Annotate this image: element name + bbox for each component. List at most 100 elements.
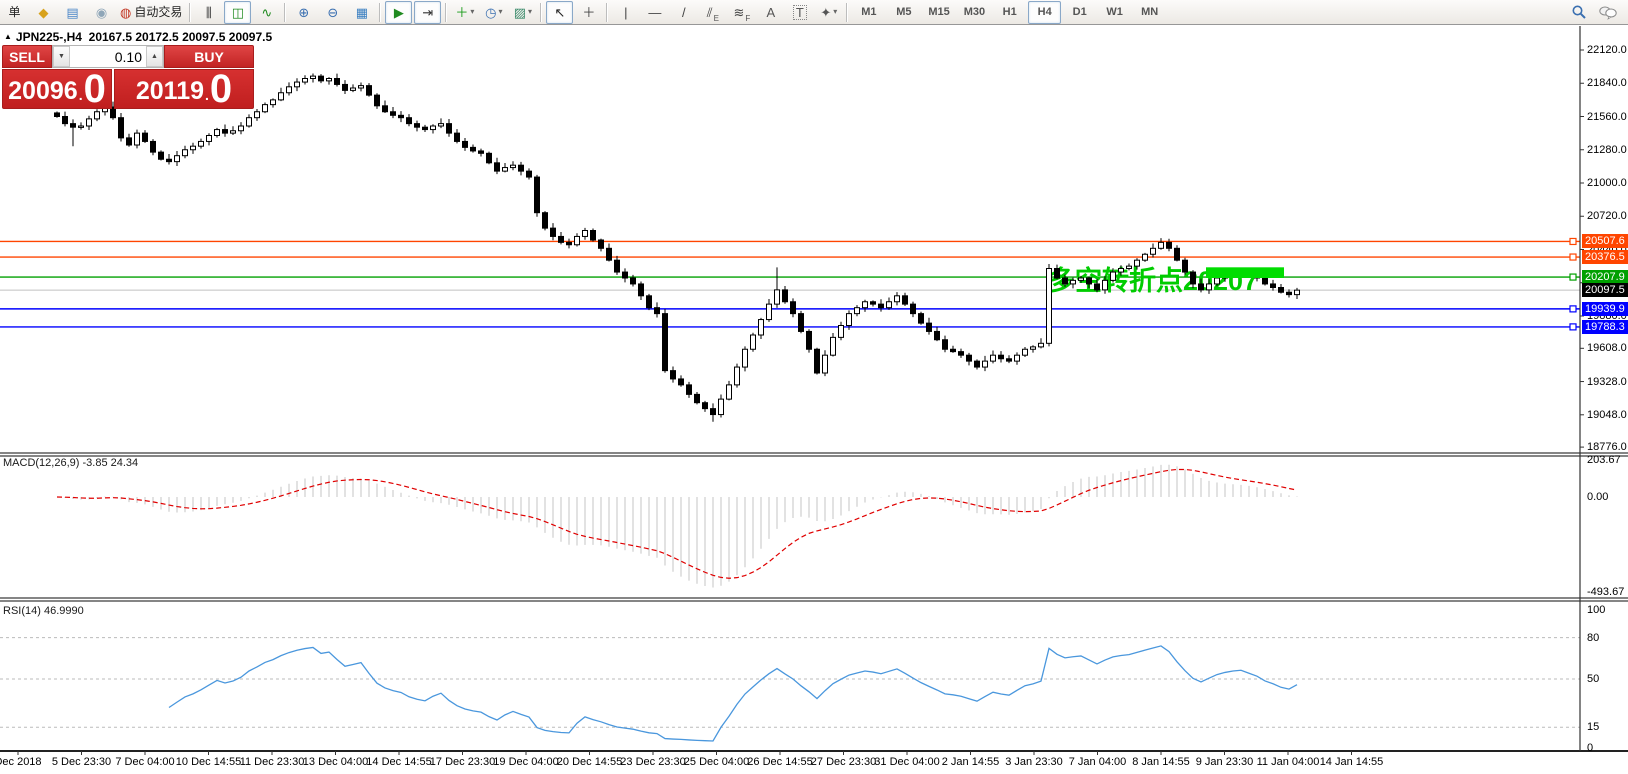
tile-windows-button[interactable]: ▦ [348, 1, 375, 24]
arrows-button[interactable]: ✦ ▾ [815, 1, 842, 24]
chart-shift-button[interactable]: ⇥ [414, 0, 442, 24]
time-axis-label: 11 Dec 23:30 [239, 756, 305, 768]
search-button[interactable] [1565, 1, 1592, 24]
time-axis-label: 9 Jan 23:30 [1195, 756, 1254, 768]
auto-scroll-button[interactable]: ▶ [385, 0, 413, 24]
timeframe-h1[interactable]: H1 [993, 1, 1026, 24]
time-axis-label: 5 Dec 23:30 [51, 756, 112, 768]
buy-price-big-digit: 0 [209, 67, 233, 111]
rsi-axis-label: 50 [1587, 673, 1600, 685]
price-line-tag: 20507.6 [1582, 234, 1628, 249]
macd-label: MACD(12,26,9) -3.85 24.34 [3, 457, 139, 469]
timeframe-m30[interactable]: M30 [958, 1, 991, 24]
vertical-line-button[interactable]: | [612, 1, 639, 24]
equidistant-channel-button[interactable]: ⫽ E [699, 1, 726, 24]
autotrading-button[interactable]: ◍ 自动交易 [117, 1, 185, 24]
search-icon [1572, 5, 1586, 19]
text-button[interactable]: A [757, 1, 784, 24]
buy-button[interactable]: BUY [164, 45, 254, 68]
time-axis-label: 19 Dec 04:00 [493, 756, 559, 768]
toolbar-right-group [1564, 1, 1622, 24]
volume-increase-button[interactable]: ▲ [146, 46, 163, 67]
horizontal-line-button[interactable]: — [641, 1, 668, 24]
buy-price-value: 20119 [135, 77, 204, 105]
chart-title: ▲ JPN225-,H4 20167.5 20172.5 20097.5 2009… [4, 30, 272, 44]
price-line-tag: 20207.9 [1582, 270, 1628, 285]
fibonacci-button[interactable]: ≋ F [728, 1, 755, 24]
rsi-axis-label: 15 [1587, 721, 1600, 734]
trendline-button[interactable]: / [670, 1, 697, 24]
sell-price-button[interactable]: 20096. 0 [2, 69, 112, 109]
price-axis-tick: 19048.0 [1587, 408, 1627, 421]
market-watch-icon[interactable]: ◆ [30, 1, 57, 24]
price-axis-tick: 21280.0 [1587, 143, 1627, 156]
sell-button[interactable]: SELL [2, 45, 52, 68]
time-axis-label: 13 Dec 04:00 [302, 756, 369, 768]
timeframe-m1[interactable]: M1 [852, 1, 885, 24]
bar-chart-button[interactable]: ⫼ [195, 1, 222, 24]
time-axis-label: 2 Jan 14:55 [941, 756, 1000, 768]
macd-axis-label: 0.00 [1587, 491, 1609, 503]
toolbar-separator [379, 2, 382, 22]
line-chart-button[interactable]: ∿ [253, 1, 280, 24]
chat-button[interactable] [1594, 1, 1621, 24]
timeframe-m15[interactable]: M15 [922, 1, 955, 24]
one-click-trading-panel: SELL ▼ 0.10 ▲ BUY 20096. 0 20119. 0 [2, 45, 254, 109]
toolbar-separator [189, 2, 192, 22]
cursor-button[interactable]: ↖ [546, 0, 574, 24]
main-toolbar: 单 ◆ ▤ ◉ ◍ 自动交易 ⫼ ◫ ∿ ⊕ ⊖ ▦ ▶ ⇥ ＋ ▾ ◷ ▾ ▨ ▾ ↖ ＋ | — / ⫽ E ≋ F A T ✦ ▾ M1 M5… [0, 0, 1628, 25]
toolbar-separator [540, 2, 543, 22]
time-axis-label: 17 Dec 23:30 [429, 756, 496, 768]
rsi-axis-label: 0 [1587, 742, 1594, 754]
toolbar-separator [445, 2, 448, 22]
timeframe-d1[interactable]: D1 [1063, 1, 1096, 24]
price-axis-tick: 22120.0 [1587, 44, 1627, 56]
candlestick-chart-button[interactable]: ◫ [224, 0, 252, 24]
sell-price-big-digit: 0 [83, 67, 106, 111]
price-axis-tick: 21000.0 [1587, 177, 1627, 189]
signals-icon[interactable]: ◉ [88, 1, 115, 24]
indicators-button[interactable]: ＋ ▾ [451, 1, 478, 24]
price-axis-tick: 19608.0 [1587, 342, 1627, 355]
price-line-tag: 19788.3 [1582, 319, 1628, 334]
time-axis-label: 8 Jan 14:55 [1132, 756, 1190, 768]
templates-button[interactable]: ▨ ▾ [509, 1, 536, 24]
timeframe-mn[interactable]: MN [1133, 1, 1166, 24]
price-line-tag: 19939.9 [1582, 301, 1628, 316]
time-axis-label: Dec 2018 [0, 756, 42, 768]
volume-stepper: ▼ 0.10 ▲ [52, 45, 164, 68]
time-axis-label: 31 Dec 04:00 [874, 756, 940, 768]
time-axis-label: 7 Jan 04:00 [1068, 756, 1127, 768]
zoom-out-button[interactable]: ⊖ [319, 1, 346, 24]
price-axis-tick: 21840.0 [1587, 77, 1627, 90]
volume-input[interactable]: 0.10 [70, 46, 146, 67]
buy-price-dot: . [205, 87, 209, 103]
price-line-tag: 20376.5 [1582, 250, 1628, 265]
toolbar-separator [606, 2, 609, 22]
macd-axis-label: 203.67 [1587, 454, 1621, 466]
ohlc-values: 20167.5 20172.5 20097.5 20097.5 [88, 30, 273, 44]
time-axis-label: 3 Jan 23:30 [1005, 756, 1063, 768]
navigator-icon[interactable]: ▤ [59, 1, 86, 24]
macd-axis-label: -493.67 [1587, 586, 1625, 598]
time-axis-label: 26 Dec 14:55 [747, 756, 813, 768]
volume-decrease-button[interactable]: ▼ [53, 46, 70, 67]
time-axis-label: 14 Jan 14:55 [1319, 756, 1384, 768]
new-order-button[interactable]: 单 [1, 1, 28, 24]
buy-price-button[interactable]: 20119. 0 [114, 69, 254, 109]
time-axis-label: 10 Dec 14:55 [175, 756, 242, 768]
price-axis-tick: 21560.0 [1587, 110, 1627, 123]
text-label-button[interactable]: T [786, 1, 813, 24]
timeframe-w1[interactable]: W1 [1098, 1, 1131, 24]
zoom-in-button[interactable]: ⊕ [290, 1, 317, 24]
chart-canvas[interactable]: 多空转折点20207 [0, 0, 1628, 774]
periods-button[interactable]: ◷ ▾ [480, 1, 507, 24]
time-axis-label: 20 Dec 14:55 [556, 756, 623, 768]
timeframe-m5[interactable]: M5 [887, 1, 920, 24]
rsi-axis-label: 100 [1587, 604, 1606, 616]
collapse-triangle-icon[interactable]: ▲ [4, 32, 12, 41]
rsi-label: RSI(14) 46.9990 [3, 605, 84, 617]
timeframe-h4[interactable]: H4 [1028, 0, 1062, 24]
time-axis-label: 11 Jan 04:00 [1256, 756, 1320, 768]
crosshair-button[interactable]: ＋ [575, 1, 602, 24]
